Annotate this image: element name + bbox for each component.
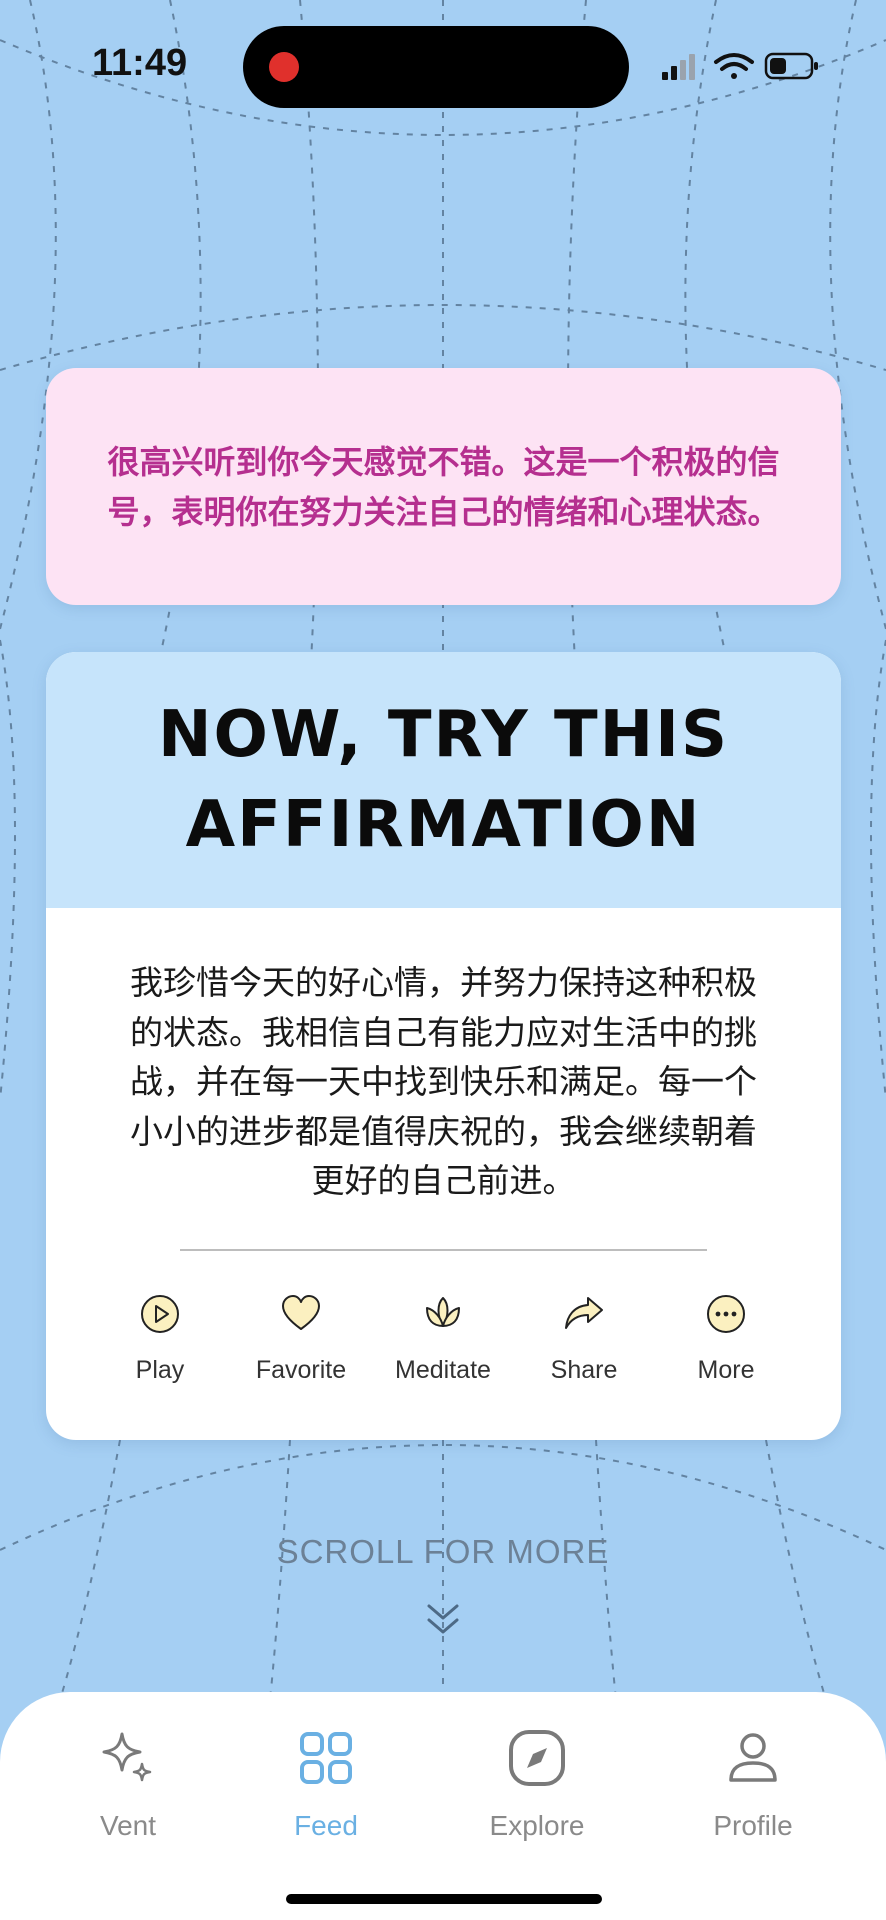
tab-explore-label: Explore: [489, 1810, 585, 1841]
affirmation-card: NOW, TRY THIS AFFIRMATION 我珍惜今天的好心情，并努力保…: [46, 652, 841, 1440]
more-dots-icon: [707, 1295, 745, 1333]
status-icons: [662, 52, 818, 80]
recording-indicator-icon: [269, 52, 299, 82]
response-message-text: 很高兴听到你今天感觉不错。这是一个积极的信号，表明你在努力关注自己的情绪和心理状…: [107, 442, 780, 531]
wifi-icon: [714, 53, 754, 79]
battery-icon: [764, 52, 818, 80]
share-button[interactable]: Share: [504, 1292, 664, 1402]
meditate-button[interactable]: Meditate: [363, 1292, 523, 1402]
tab-vent[interactable]: Vent: [48, 1728, 208, 1858]
bottom-tab-bar: Vent Feed Explore Profile: [0, 1692, 886, 1920]
affirmation-body: 我珍惜今天的好心情，并努力保持这种积极的状态。我相信自己有能力应对生活中的挑战，…: [46, 958, 841, 1208]
divider: [180, 1249, 707, 1251]
affirmation-actions: Play Favorite Meditate Share More: [46, 1292, 841, 1402]
scroll-for-more-text[interactable]: SCROLL FOR MORE: [0, 1533, 886, 1571]
tab-explore[interactable]: Explore: [457, 1728, 617, 1858]
affirmation-title: NOW, TRY THIS AFFIRMATION: [157, 698, 730, 862]
play-icon: [141, 1295, 179, 1333]
status-bar: 11:49: [0, 0, 886, 130]
lotus-icon: [426, 1297, 460, 1327]
share-arrow-icon: [565, 1297, 603, 1329]
tab-profile[interactable]: Profile: [673, 1728, 833, 1858]
sparkle-icon: [102, 1732, 152, 1782]
tab-feed-label: Feed: [294, 1810, 358, 1841]
tab-vent-label: Vent: [99, 1810, 157, 1841]
home-indicator[interactable]: [286, 1894, 602, 1904]
dynamic-island: [243, 26, 629, 108]
cellular-signal-icon: [662, 54, 695, 80]
play-button[interactable]: Play: [80, 1292, 240, 1402]
more-label: More: [697, 1356, 755, 1384]
meditate-label: Meditate: [395, 1356, 491, 1384]
heart-icon: [282, 1295, 320, 1330]
status-time: 11:49: [92, 42, 188, 84]
share-label: Share: [550, 1356, 618, 1384]
compass-icon: [509, 1730, 565, 1786]
person-icon: [729, 1733, 777, 1782]
tab-feed[interactable]: Feed: [246, 1728, 406, 1858]
more-button[interactable]: More: [646, 1292, 806, 1402]
favorite-button[interactable]: Favorite: [221, 1292, 381, 1402]
play-label: Play: [135, 1356, 185, 1384]
tab-profile-label: Profile: [713, 1810, 793, 1841]
response-message-card: 很高兴听到你今天感觉不错。这是一个积极的信号，表明你在努力关注自己的情绪和心理状…: [46, 368, 841, 605]
affirmation-header: NOW, TRY THIS AFFIRMATION: [46, 652, 841, 908]
double-chevron-down-icon[interactable]: [423, 1600, 463, 1640]
favorite-label: Favorite: [255, 1356, 347, 1384]
affirmation-text: 我珍惜今天的好心情，并努力保持这种积极的状态。我相信自己有能力应对生活中的挑战，…: [130, 963, 757, 1200]
grid-icon: [300, 1732, 352, 1784]
